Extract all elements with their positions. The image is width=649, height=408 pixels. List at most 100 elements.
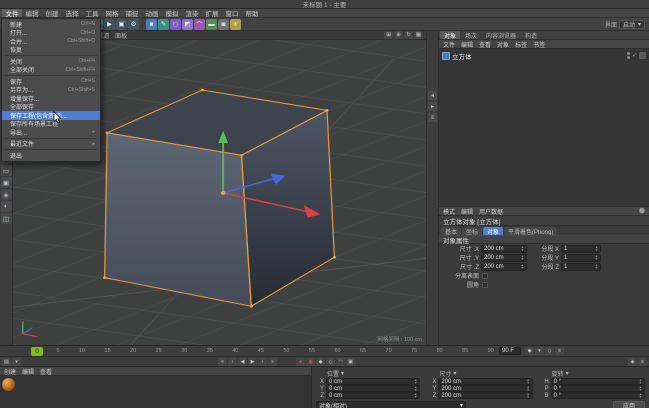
menubar-item[interactable]: 动画 bbox=[142, 9, 162, 17]
menubar-item[interactable]: 创建 bbox=[42, 9, 62, 17]
coordinate-value-field[interactable]: 200 cm ▲▼ bbox=[438, 385, 532, 392]
material-menu-item[interactable]: 查看 bbox=[37, 367, 55, 376]
marker-add-icon[interactable]: ▾ bbox=[12, 358, 21, 366]
stepper-icon[interactable]: ▲▼ bbox=[414, 379, 417, 384]
coordinate-value-field[interactable]: 0 cm ▲▼ bbox=[326, 378, 420, 385]
menubar-item[interactable]: 文件 bbox=[2, 9, 22, 17]
menu-item-save-as[interactable]: 另存为... Ctrl+Shift+S bbox=[2, 86, 100, 95]
stepper-icon[interactable]: ▲▼ bbox=[595, 246, 598, 251]
camera-icon[interactable]: ◙ bbox=[218, 19, 229, 30]
material-list[interactable] bbox=[0, 376, 311, 408]
floor-icon[interactable]: ▬ bbox=[206, 19, 217, 30]
coordinate-value-field[interactable]: 0 cm ▲▼ bbox=[326, 392, 420, 399]
menu-item-new[interactable]: 新建 Ctrl+N bbox=[2, 20, 100, 29]
material-thumbnail[interactable] bbox=[2, 378, 15, 391]
menu-item-close-all[interactable]: 全部关闭 Ctrl+Shift+F4 bbox=[2, 66, 100, 75]
object-manager-menu-item[interactable]: 查看 bbox=[476, 40, 494, 49]
apply-button[interactable]: 应用 bbox=[613, 401, 645, 408]
frame-tick[interactable]: 85 bbox=[462, 348, 468, 354]
position-header-dropdown[interactable]: 位置 ▾ bbox=[316, 369, 420, 377]
frame-tick[interactable]: 25 bbox=[156, 348, 162, 354]
record-keyframe-icon[interactable]: ● bbox=[296, 358, 305, 366]
coordinate-value-field[interactable]: 200 cm ▲▼ bbox=[438, 392, 532, 399]
stepper-icon[interactable]: ▲▼ bbox=[527, 386, 530, 391]
record-scale-icon[interactable]: ◇ bbox=[326, 358, 335, 366]
material-menu-item[interactable]: 编辑 bbox=[19, 367, 37, 376]
attribute-value-field-2[interactable]: 1 ▲▼ bbox=[561, 254, 601, 262]
menubar-item[interactable]: 网格 bbox=[102, 9, 122, 17]
menubar-item[interactable]: 窗口 bbox=[222, 9, 242, 17]
playhead[interactable]: 0 bbox=[31, 347, 43, 356]
object-manager-menu-item[interactable]: 书签 bbox=[530, 40, 548, 49]
panel-collapse-right-icon[interactable]: ▸ bbox=[428, 102, 437, 111]
editor-visibility-dot[interactable] bbox=[627, 52, 630, 55]
next-key-icon[interactable]: › bbox=[258, 358, 267, 366]
attribute-value-field[interactable]: 200 cm ▲▼ bbox=[481, 245, 527, 253]
pen-spline-icon[interactable]: ✎ bbox=[158, 19, 169, 30]
timeline-key-icon[interactable]: ◆ bbox=[525, 347, 534, 355]
object-manager-menu-item[interactable]: 文件 bbox=[440, 40, 458, 49]
checkbox[interactable] bbox=[482, 273, 488, 279]
coordinate-mode-select[interactable]: 对象(相对) ▾ bbox=[316, 401, 466, 408]
frame-tick[interactable]: 55 bbox=[309, 348, 315, 354]
menubar-item[interactable]: 选择 bbox=[62, 9, 82, 17]
menu-item-merge[interactable]: 合并... Ctrl+Shift+O bbox=[2, 37, 100, 46]
frame-tick[interactable]: 20 bbox=[130, 348, 136, 354]
menubar-item[interactable]: 编辑 bbox=[22, 9, 42, 17]
panel-collapse-left-icon[interactable]: ◂ bbox=[428, 91, 437, 100]
frame-tick[interactable]: 70 bbox=[386, 348, 392, 354]
render-view-icon[interactable]: ▶ bbox=[104, 19, 115, 30]
menu-item-save-project[interactable]: 保存工程(包含资源)... bbox=[2, 111, 100, 120]
timeline-marker-icon[interactable]: ▾ bbox=[535, 347, 544, 355]
lock-workplane-icon[interactable]: ▣ bbox=[1, 177, 12, 188]
stepper-icon[interactable]: ▲▼ bbox=[595, 255, 598, 260]
attribute-menu-item[interactable]: 模式 bbox=[440, 207, 458, 216]
record-parameter-icon[interactable]: ▣ bbox=[346, 358, 355, 366]
object-manager-menu-item[interactable]: 标签 bbox=[512, 40, 530, 49]
menubar-item[interactable]: 模拟 bbox=[162, 9, 182, 17]
menu-item-recent[interactable]: 最近文件 ▸ bbox=[2, 140, 100, 149]
material-menu-item[interactable]: 创建 bbox=[1, 367, 19, 376]
lock-icon[interactable]: ⬤ bbox=[639, 208, 648, 214]
menu-item-save-incremental[interactable]: 增量保存... bbox=[2, 94, 100, 103]
object-manager-menu-item[interactable]: 对象 bbox=[494, 40, 512, 49]
record-position-icon[interactable]: ◆ bbox=[316, 358, 325, 366]
coordinate-value-field[interactable]: 0 ° ▲▼ bbox=[551, 378, 645, 385]
object-properties-header[interactable]: 对象属性 bbox=[439, 235, 649, 244]
phong-tag-icon[interactable] bbox=[639, 52, 646, 59]
menu-item-open[interactable]: 打开... Ctrl+O bbox=[2, 29, 100, 38]
workplane-snap-icon[interactable]: ▭ bbox=[1, 165, 12, 176]
menu-item-save-all-scenes[interactable]: 保存所有场景工程 bbox=[2, 120, 100, 129]
panel-tab[interactable]: 构造 bbox=[521, 31, 541, 39]
menubar-item[interactable]: 捕捉 bbox=[122, 9, 142, 17]
rotation-header-dropdown[interactable]: 旋转 ▾ bbox=[541, 369, 645, 377]
keyframe-selection-icon[interactable]: ◈ bbox=[628, 358, 637, 366]
end-frame-field[interactable]: 90 F bbox=[499, 347, 521, 355]
menu-item-export[interactable]: 导出... ▸ bbox=[2, 128, 100, 137]
menu-item-save[interactable]: 保存 Ctrl+S bbox=[2, 77, 100, 86]
prev-frame-icon[interactable]: ◀ bbox=[238, 358, 247, 366]
menu-item-revert[interactable]: 恢复 bbox=[2, 46, 100, 55]
render-picture-viewer-icon[interactable]: ▣ bbox=[116, 19, 127, 30]
stepper-icon[interactable]: ▲▼ bbox=[527, 393, 530, 398]
menubar-item[interactable]: 渲染 bbox=[182, 9, 202, 17]
isoline-edit-icon[interactable]: ◫ bbox=[1, 213, 12, 224]
stepper-icon[interactable]: ▲▼ bbox=[639, 386, 642, 391]
attribute-tab[interactable]: 对象 bbox=[483, 227, 503, 235]
coordinate-value-field[interactable]: 0 ° ▲▼ bbox=[551, 392, 645, 399]
coordinate-value-field[interactable]: 200 cm ▲▼ bbox=[438, 378, 532, 385]
play-icon[interactable]: ▶ bbox=[248, 358, 257, 366]
toggle-view-icon[interactable]: ▦ bbox=[414, 31, 423, 39]
enabled-check-icon[interactable]: ✓ bbox=[632, 52, 637, 59]
timeline-mode-icon[interactable]: ▤ bbox=[2, 358, 11, 366]
stepper-icon[interactable]: ▲▼ bbox=[414, 393, 417, 398]
frame-tick[interactable]: 10 bbox=[79, 348, 85, 354]
record-rotation-icon[interactable]: ◠ bbox=[336, 358, 345, 366]
cube-front-face[interactable] bbox=[105, 133, 252, 306]
attribute-value-field-2[interactable]: 1 ▲▼ bbox=[561, 245, 601, 253]
coordinate-value-field[interactable]: 0 cm ▲▼ bbox=[326, 385, 420, 392]
tweak-mode-icon[interactable]: ◐ bbox=[1, 201, 12, 212]
attribute-tab[interactable]: 平滑着色(Phong) bbox=[504, 227, 557, 235]
subdivision-surface-icon[interactable]: ◻ bbox=[170, 19, 181, 30]
extrude-generator-icon[interactable]: ◩ bbox=[182, 19, 193, 30]
